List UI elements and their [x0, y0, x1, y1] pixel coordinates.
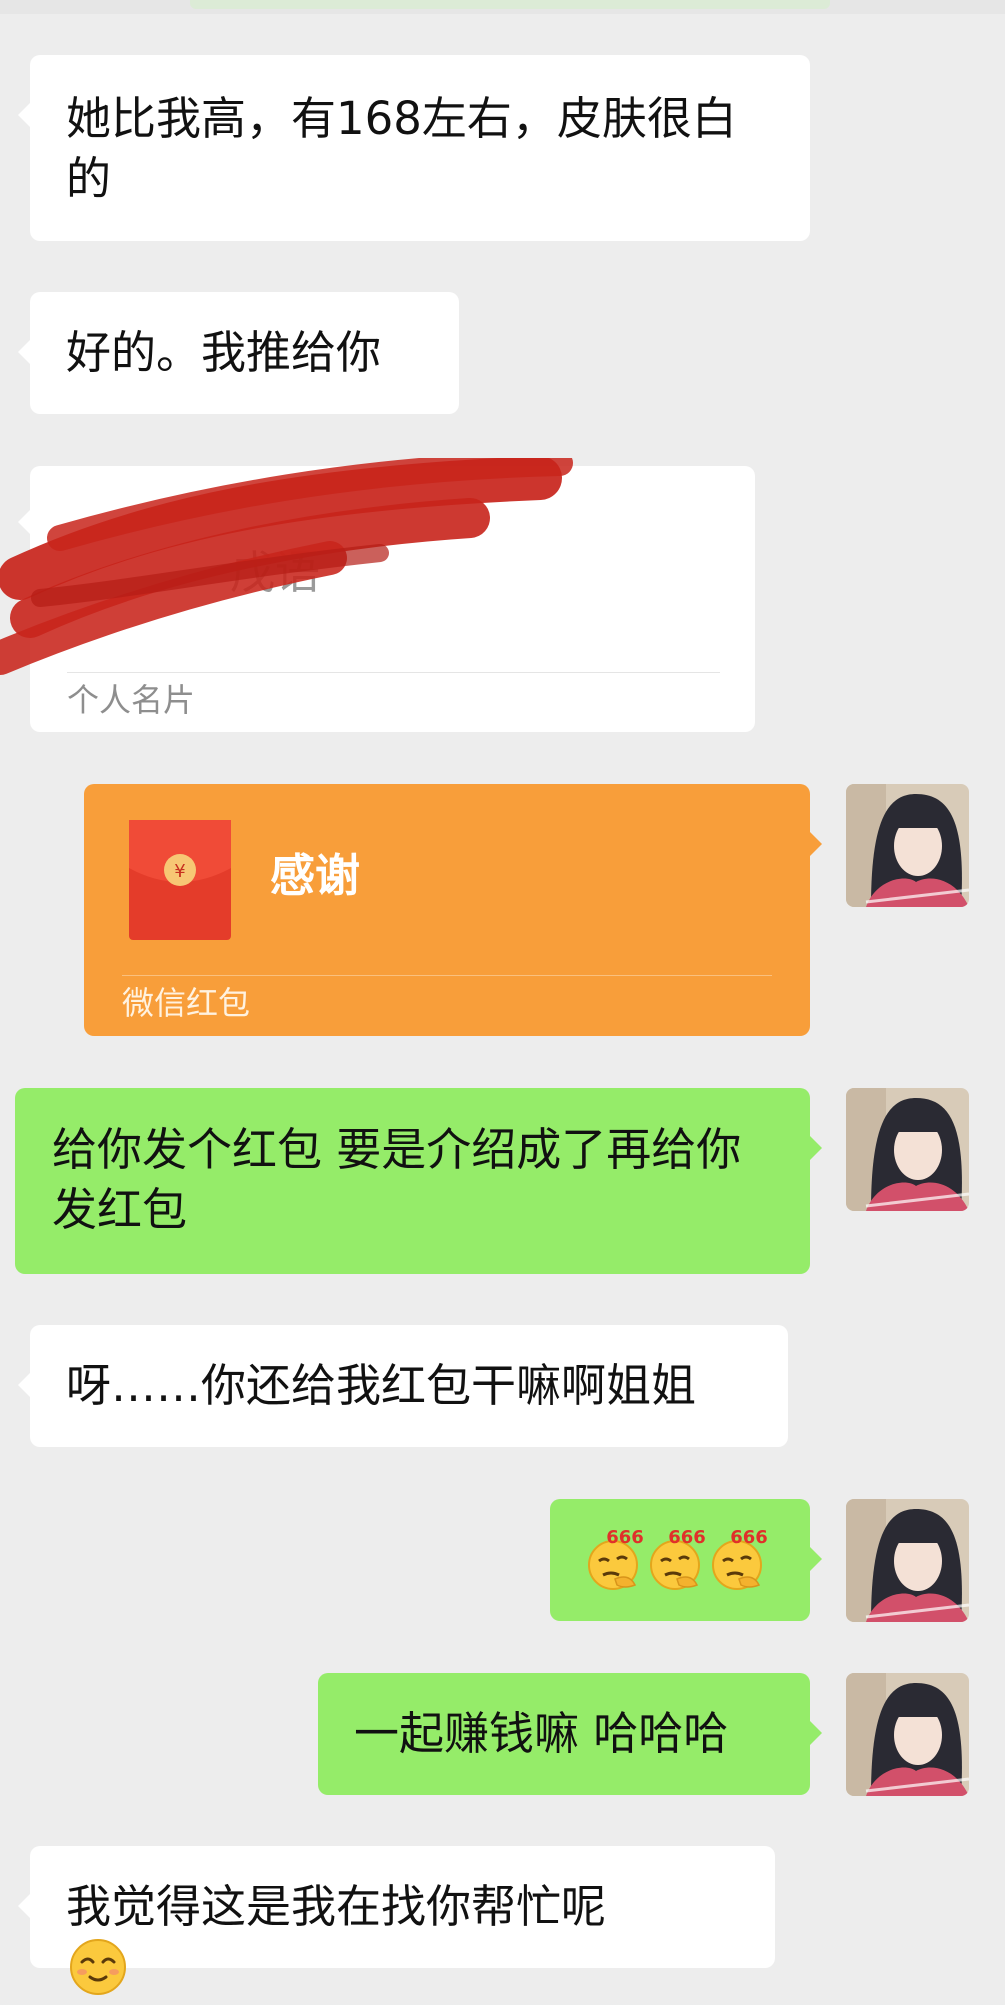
- message-bubble-outgoing[interactable]: 给你发个红包 要是介绍成了再给你发红包: [15, 1088, 822, 1274]
- red-packet-title: 感谢: [270, 849, 361, 902]
- emoji-666-label: 666: [606, 1527, 644, 1548]
- message-bubble-incoming[interactable]: 她比我高，有168左右，皮肤很白的: [18, 55, 810, 241]
- emoji-666-label: 666: [668, 1527, 706, 1548]
- avatar[interactable]: [846, 1499, 969, 1622]
- contact-card[interactable]: 戊语 个人名片: [0, 458, 755, 732]
- status-bar-strip: [0, 0, 1005, 14]
- message-bubble-outgoing[interactable]: 666 666 666: [550, 1499, 822, 1621]
- avatar-image: [846, 1673, 969, 1796]
- message-text: 我觉得这是我在找你帮忙呢: [66, 1880, 607, 1933]
- card-divider: [67, 672, 720, 673]
- message-text: 好的。我推给你: [66, 326, 382, 379]
- message-text: 她比我高，有168左右，皮肤很白的: [66, 92, 737, 205]
- avatar[interactable]: [846, 1673, 969, 1796]
- emoji-666-icon: 666: [650, 1527, 706, 1590]
- emoji-666-icon: 666: [712, 1527, 768, 1590]
- red-packet-divider: [122, 975, 772, 976]
- red-envelope-icon: ¥: [129, 820, 231, 940]
- message-bubble-incoming[interactable]: 呀……你还给我红包干嘛啊姐姐: [18, 1325, 788, 1447]
- red-packet-label: 微信红包: [122, 984, 251, 1022]
- yen-symbol: ¥: [174, 861, 185, 882]
- avatar-image: [846, 1499, 969, 1622]
- message-text: 一起赚钱嘛 哈哈哈: [354, 1707, 729, 1760]
- message-text: 呀……你还给我红包干嘛啊姐姐: [66, 1359, 697, 1412]
- emoji-row: 666 666 666: [585, 1527, 771, 1590]
- avatar-image: [846, 1088, 969, 1211]
- smile-emoji-icon: [70, 1939, 126, 1995]
- message-bubble-outgoing[interactable]: 一起赚钱嘛 哈哈哈: [318, 1673, 822, 1795]
- message-bubble-incoming[interactable]: 我觉得这是我在找你帮忙呢: [18, 1846, 775, 1995]
- contact-card-label: 个人名片: [67, 681, 196, 719]
- message-bubble-incoming[interactable]: 好的。我推给你: [18, 292, 459, 414]
- avatar[interactable]: [846, 784, 969, 907]
- top-hint: [190, 0, 830, 9]
- message-text: 给你发个红包 要是介绍成了再给你发红包: [52, 1123, 742, 1236]
- emoji-666-label: 666: [730, 1527, 768, 1548]
- redaction-scribble: [0, 458, 573, 675]
- red-packet-message[interactable]: ¥ 感谢 微信红包: [84, 784, 822, 1036]
- emoji-666-icon: 666: [588, 1527, 644, 1590]
- avatar-image: [846, 784, 969, 907]
- avatar[interactable]: [846, 1088, 969, 1211]
